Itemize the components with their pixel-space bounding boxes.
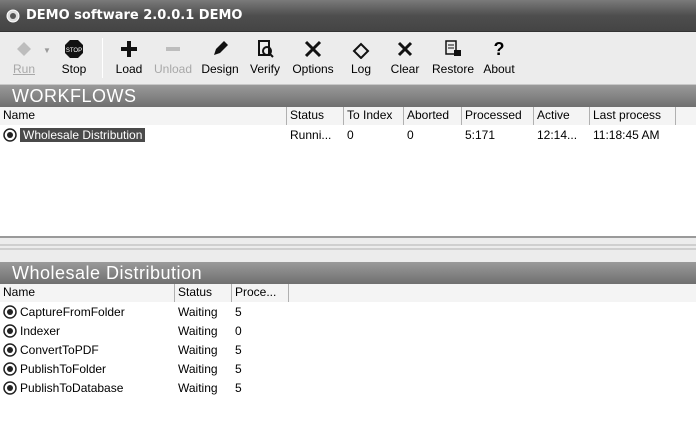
workflow-to-index: 0 <box>347 127 354 142</box>
component-status: Waiting <box>178 380 218 395</box>
component-icon <box>3 380 17 395</box>
component-icon <box>3 361 17 376</box>
run-button[interactable]: Run <box>6 32 42 80</box>
about-label: About <box>483 62 515 76</box>
options-button[interactable]: Options <box>287 32 339 80</box>
table-row[interactable]: PublishToDatabase Waiting 5 <box>0 378 696 397</box>
log-label: Log <box>350 62 372 76</box>
column-header-aborted[interactable]: Aborted <box>404 107 462 125</box>
load-label: Load <box>115 62 143 76</box>
load-icon <box>118 38 140 60</box>
log-button[interactable]: Log <box>339 32 383 80</box>
verify-label: Verify <box>249 62 280 76</box>
question-mark-icon: ? <box>493 38 505 59</box>
component-processed: 5 <box>235 304 242 319</box>
workflow-icon <box>3 127 17 142</box>
workflows-list[interactable]: Name Status To Index Aborted Processed A… <box>0 107 696 236</box>
verify-icon <box>254 38 276 60</box>
component-status: Waiting <box>178 342 218 357</box>
component-processed: 0 <box>235 323 242 338</box>
column-header-processed[interactable]: Proce... <box>232 284 289 302</box>
options-label: Options <box>292 62 334 76</box>
unload-icon <box>162 38 184 60</box>
restore-button[interactable]: Restore <box>427 32 479 80</box>
unload-label: Unload <box>153 62 193 76</box>
component-name: PublishToFolder <box>20 361 107 376</box>
toolbar: Run ▼ STOP Stop Load Unload Design Verif… <box>0 32 696 85</box>
workflow-aborted: 0 <box>407 127 414 142</box>
design-button[interactable]: Design <box>197 32 243 80</box>
pencil-icon <box>209 38 231 60</box>
component-status: Waiting <box>178 323 218 338</box>
column-header-status[interactable]: Status <box>175 284 232 302</box>
table-row[interactable]: CaptureFromFolder Waiting 5 <box>0 302 696 321</box>
component-status: Waiting <box>178 304 218 319</box>
column-header-active[interactable]: Active <box>534 107 590 125</box>
workflow-name[interactable]: Wholesale Distribution <box>20 127 146 142</box>
column-header-last-process[interactable]: Last process <box>590 107 676 125</box>
eraser-icon <box>350 38 372 60</box>
verify-button[interactable]: Verify <box>243 32 287 80</box>
pane-splitter[interactable] <box>0 236 696 262</box>
workflow-processed: 5:171 <box>465 127 496 142</box>
window-title: DEMO software 2.0.0.1 DEMO <box>26 8 243 23</box>
restore-label: Restore <box>431 62 475 76</box>
component-processed: 5 <box>235 342 242 357</box>
svg-text:STOP: STOP <box>66 48 82 54</box>
component-processed: 5 <box>235 361 242 376</box>
column-header-processed[interactable]: Processed <box>462 107 534 125</box>
table-row[interactable]: PublishToFolder Waiting 5 <box>0 359 696 378</box>
workflow-status: Runni... <box>290 127 332 142</box>
components-list[interactable]: Name Status Proce... CaptureFromFolder W… <box>0 284 696 433</box>
table-row[interactable]: ConvertToPDF Waiting 5 <box>0 340 696 359</box>
unload-button[interactable]: Unload <box>149 32 197 80</box>
clear-x-icon <box>394 38 416 60</box>
table-row[interactable]: Wholesale Distribution Runni... 0 0 5:17… <box>0 125 696 144</box>
component-icon <box>3 342 17 357</box>
about-button[interactable]: ? About <box>479 32 519 80</box>
component-name: CaptureFromFolder <box>20 304 125 319</box>
column-header-to-index[interactable]: To Index <box>344 107 404 125</box>
column-header-filler <box>289 284 696 302</box>
component-name: Indexer <box>20 323 61 338</box>
stop-label: Stop <box>61 62 87 76</box>
run-dropdown-icon[interactable]: ▼ <box>42 46 52 55</box>
column-header-status[interactable]: Status <box>287 107 344 125</box>
clear-button[interactable]: Clear <box>383 32 427 80</box>
table-row[interactable]: Indexer Waiting 0 <box>0 321 696 340</box>
toolbar-separator <box>102 38 103 78</box>
component-status: Waiting <box>178 361 218 376</box>
title-bar: DEMO software 2.0.0.1 DEMO <box>0 0 696 32</box>
component-icon <box>3 304 17 319</box>
workflows-heading: WORKFLOWS <box>0 85 696 107</box>
run-label: Run <box>12 62 35 76</box>
design-label: Design <box>201 62 239 76</box>
workflow-last-process: 11:18:45 AM <box>593 127 660 142</box>
column-header-name[interactable]: Name <box>0 107 287 125</box>
component-name: PublishToDatabase <box>20 380 124 395</box>
load-button[interactable]: Load <box>109 32 149 80</box>
run-icon <box>13 38 35 60</box>
app-icon <box>6 9 20 23</box>
restore-icon <box>442 38 464 60</box>
components-list-header: Name Status Proce... <box>0 284 696 302</box>
tools-icon <box>302 38 324 60</box>
stop-icon: STOP <box>63 38 85 60</box>
stop-button[interactable]: STOP Stop <box>52 32 96 80</box>
workflow-active: 12:14... <box>537 127 578 142</box>
component-processed: 5 <box>235 380 242 395</box>
clear-label: Clear <box>390 62 420 76</box>
workflows-list-header: Name Status To Index Aborted Processed A… <box>0 107 696 125</box>
component-icon <box>3 323 17 338</box>
column-header-filler <box>676 107 696 125</box>
component-name: ConvertToPDF <box>20 342 99 357</box>
details-heading: Wholesale Distribution <box>0 262 696 284</box>
column-header-name[interactable]: Name <box>0 284 175 302</box>
